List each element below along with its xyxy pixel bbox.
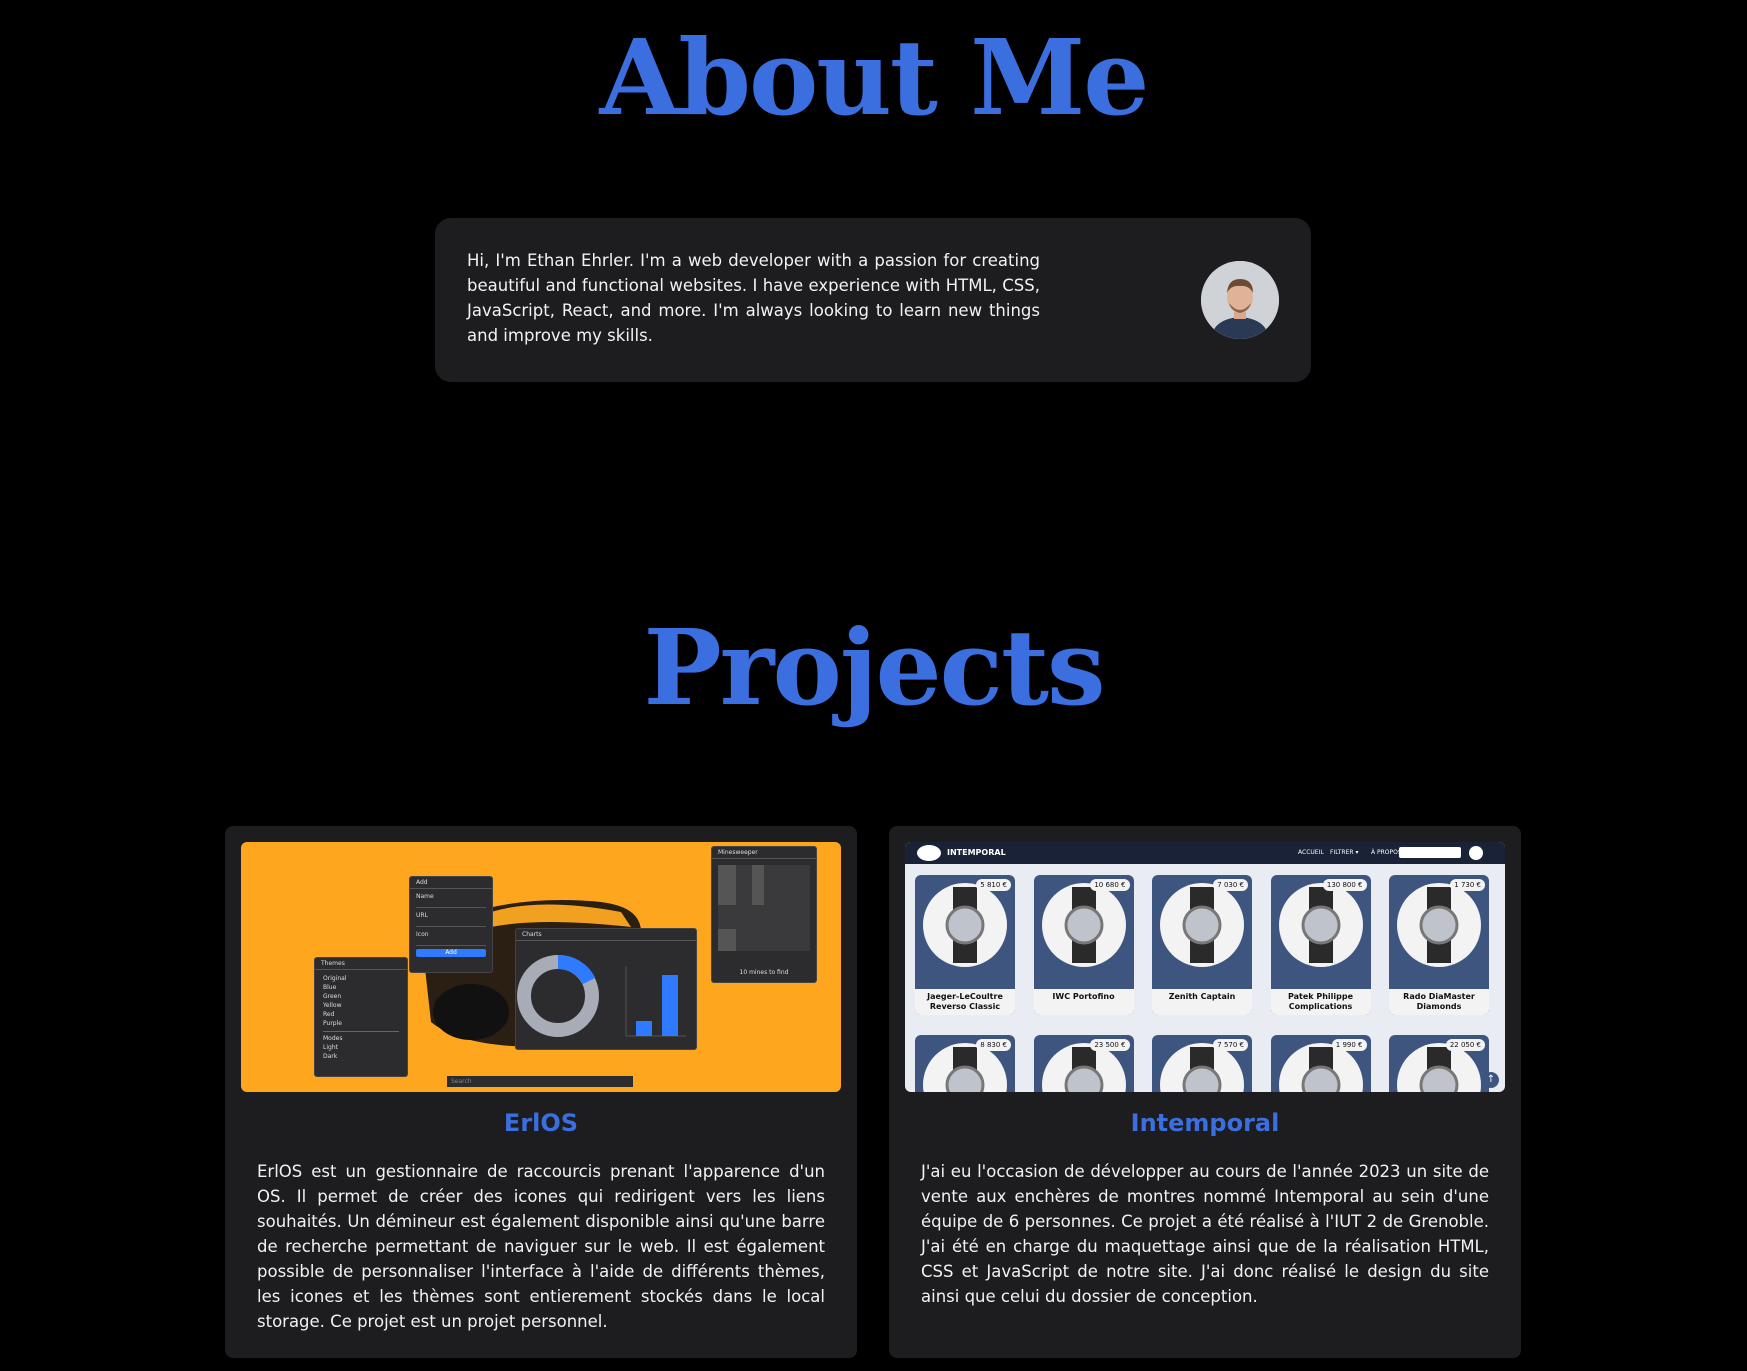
minesweeper-grid-icon[interactable]	[712, 859, 816, 959]
watch-name: IWC Portofino	[1033, 989, 1134, 1015]
watch-price: 23 500 €	[1090, 1039, 1130, 1051]
avatar	[1201, 261, 1279, 339]
watch-image-icon	[1160, 883, 1244, 967]
watch-price: 7 030 €	[1213, 879, 1248, 891]
themes-window-title: Themes	[315, 958, 407, 970]
watch-price: 8 830 €	[976, 1039, 1011, 1051]
user-icon[interactable]	[1469, 846, 1483, 860]
chart-icon	[517, 955, 686, 1037]
about-card: Hi, I'm Ethan Ehrler. I'm a web develope…	[435, 218, 1311, 382]
url-input[interactable]	[416, 920, 486, 927]
watch-card[interactable]: 5 810 € Jaeger-LeCoultre Reverso Classic	[915, 875, 1015, 1015]
logo-icon	[917, 845, 941, 861]
erlos-screenshot[interactable]: Themes Original Blue Green Yellow Red Pu…	[241, 842, 841, 1092]
nav-link[interactable]: FILTRER ▾	[1330, 849, 1358, 856]
watch-price: 22 050 €	[1445, 1039, 1485, 1051]
minesweeper-window-title: Minesweeper	[712, 847, 816, 859]
field-label: Icon	[416, 931, 429, 938]
watch-name: Zenith Captain	[1152, 989, 1252, 1015]
project-title[interactable]: Intemporal	[889, 1108, 1521, 1138]
nav-link[interactable]: ACCUEIL	[1298, 849, 1324, 856]
field-label: URL	[416, 912, 428, 919]
watch-card[interactable]: 8 830 €	[915, 1035, 1015, 1092]
watch-price: 5 810 €	[976, 879, 1011, 891]
watch-card[interactable]: 7 570 €	[1152, 1035, 1252, 1092]
theme-item[interactable]: Green	[323, 992, 399, 1001]
watch-name: Patek Philippe Complications	[1270, 989, 1371, 1015]
charts-window[interactable]: Charts	[515, 928, 697, 1050]
intemporal-screenshot[interactable]: INTEMPORAL ACCUEIL FILTRER ▾ À PROPOS 5 …	[905, 842, 1505, 1092]
about-title: About Me	[599, 16, 1150, 139]
theme-item[interactable]: Blue	[323, 983, 399, 992]
theme-item[interactable]: Yellow	[323, 1001, 399, 1010]
watch-price: 7 570 €	[1213, 1039, 1248, 1051]
nav-link[interactable]: À PROPOS	[1371, 849, 1402, 856]
theme-item[interactable]: Original	[323, 974, 399, 983]
watch-card[interactable]: 1 730 € Rado DiaMaster Diamonds	[1389, 875, 1489, 1015]
theme-item[interactable]: Purple	[323, 1019, 399, 1028]
scroll-top-icon[interactable]: ↑	[1483, 1072, 1499, 1088]
minesweeper-window[interactable]: Minesweeper 10 mines to find	[711, 846, 817, 983]
watch-card[interactable]: 7 030 € Zenith Captain	[1152, 875, 1252, 1015]
watch-name: Jaeger-LeCoultre Reverso Classic	[915, 989, 1015, 1015]
project-card-intemporal[interactable]: INTEMPORAL ACCUEIL FILTRER ▾ À PROPOS 5 …	[889, 826, 1521, 1358]
mode-item[interactable]: Light	[323, 1043, 399, 1052]
project-card-erlos[interactable]: Themes Original Blue Green Yellow Red Pu…	[225, 826, 857, 1358]
watch-image-icon	[923, 883, 1007, 967]
watch-price: 130 800 €	[1322, 879, 1367, 891]
watch-price: 10 680 €	[1090, 879, 1130, 891]
watch-card[interactable]: 22 050 €	[1389, 1035, 1489, 1092]
search-input[interactable]	[1399, 847, 1461, 858]
theme-item[interactable]: Red	[323, 1010, 399, 1019]
project-title[interactable]: ErlOS	[225, 1108, 857, 1138]
watch-price: 1 990 €	[1331, 1039, 1367, 1051]
modes-label: Modes	[323, 1035, 343, 1042]
themes-window[interactable]: Themes Original Blue Green Yellow Red Pu…	[314, 957, 408, 1077]
about-text: Hi, I'm Ethan Ehrler. I'm a web develope…	[467, 251, 1040, 345]
watch-card[interactable]: 1 990 €	[1270, 1035, 1371, 1092]
name-input[interactable]	[416, 901, 486, 908]
field-label: Name	[416, 893, 434, 900]
charts-window-title: Charts	[516, 929, 696, 941]
brand-name: INTEMPORAL	[947, 848, 1006, 857]
add-window-title: Add	[410, 877, 492, 889]
watch-card[interactable]: 130 800 € Patek Philippe Complications	[1270, 875, 1371, 1015]
watch-card[interactable]: 10 680 € IWC Portofino	[1033, 875, 1134, 1015]
add-window[interactable]: Add Name URL Icon Add	[409, 876, 493, 973]
watch-image-icon	[1278, 883, 1363, 967]
projects-title: Projects	[643, 606, 1105, 729]
project-description: J'ai eu l'occasion de développer au cour…	[921, 1162, 1489, 1306]
icon-input[interactable]	[416, 939, 486, 946]
project-description: ErlOS est un gestionnaire de raccourcis …	[257, 1162, 825, 1331]
watch-image-icon	[1397, 883, 1481, 967]
watch-price: 1 730 €	[1450, 879, 1485, 891]
watch-name: Rado DiaMaster Diamonds	[1389, 989, 1489, 1015]
person-icon	[1201, 261, 1279, 339]
mode-item[interactable]: Dark	[323, 1052, 399, 1061]
search-bar[interactable]: Search	[447, 1076, 633, 1087]
watch-image-icon	[1041, 883, 1126, 967]
watch-card[interactable]: 23 500 €	[1033, 1035, 1134, 1092]
divider	[323, 1031, 399, 1032]
mines-counter: 10 mines to find	[739, 969, 789, 976]
site-navbar: INTEMPORAL ACCUEIL FILTRER ▾ À PROPOS	[905, 842, 1505, 864]
add-button[interactable]: Add	[416, 949, 486, 957]
